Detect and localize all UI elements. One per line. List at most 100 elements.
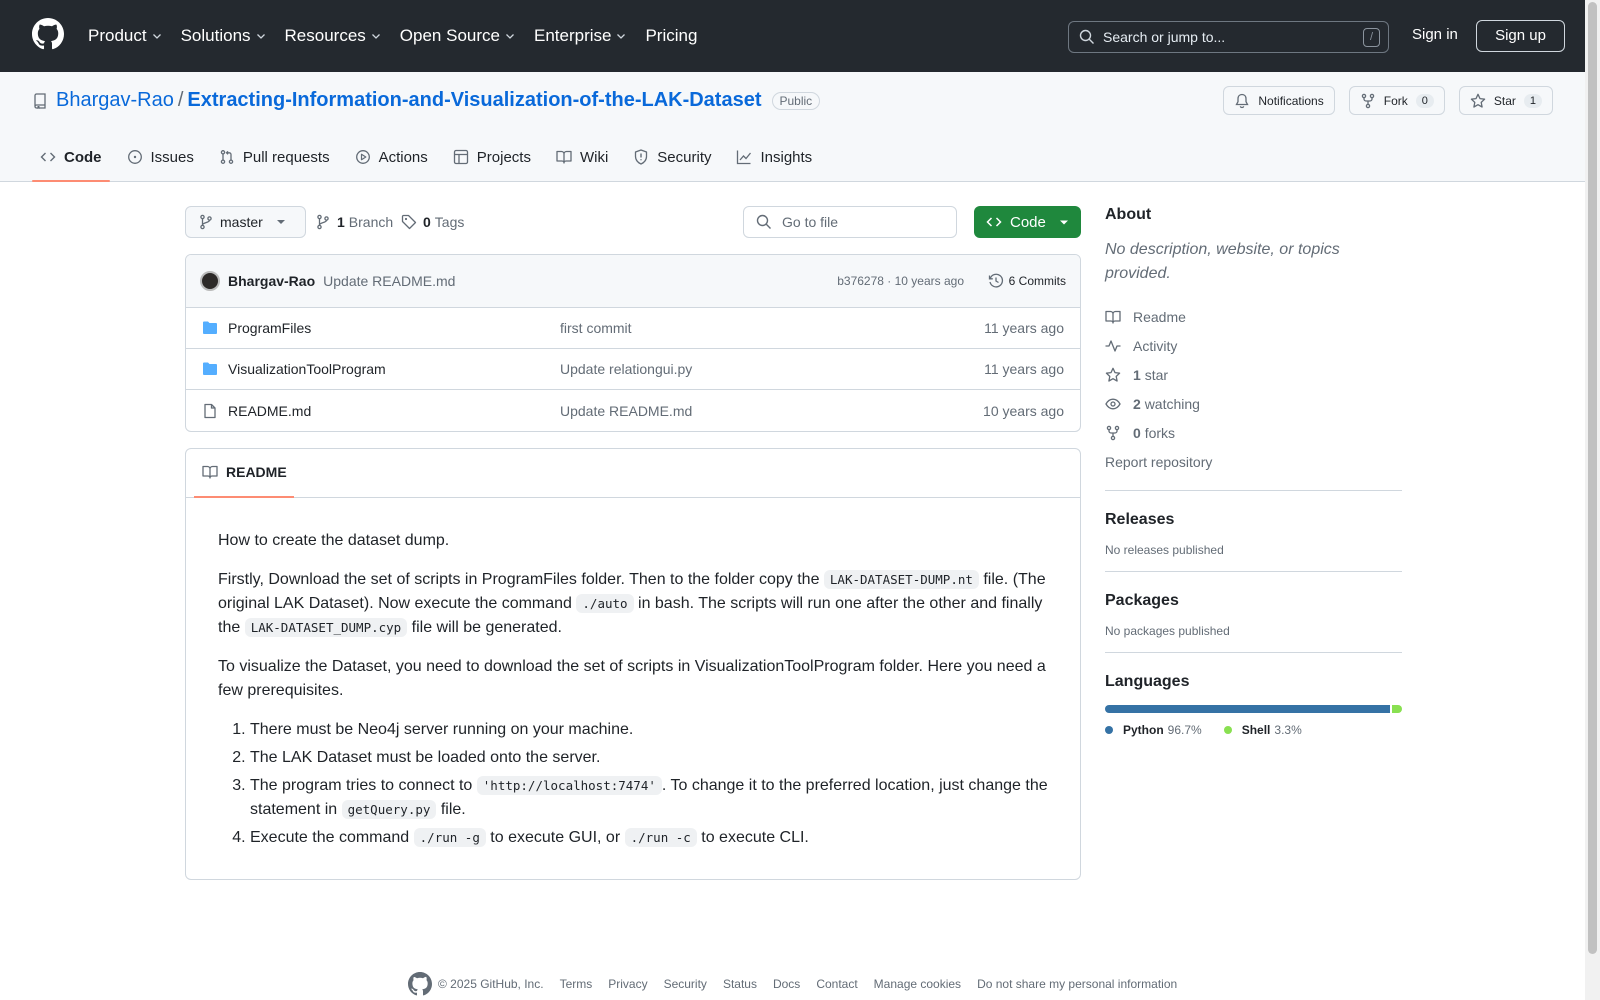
file-name[interactable]: ProgramFiles — [228, 320, 311, 336]
inline-code: getQuery.py — [341, 800, 437, 819]
graph-icon — [737, 150, 752, 165]
readme-tab-label: README — [226, 464, 287, 480]
latest-commit: Bhargav-Rao Update README.md b376278 · 1… — [186, 255, 1080, 308]
divider — [1105, 571, 1402, 572]
commits-link[interactable]: 6 Commits — [988, 273, 1066, 289]
tab-issues-label: Issues — [150, 148, 194, 166]
star-icon — [1470, 93, 1486, 108]
tab-pull-requests[interactable]: Pull requests — [211, 134, 338, 180]
repo-name-link[interactable]: Extracting-Information-and-Visualization… — [187, 89, 761, 112]
readme-link[interactable]: Readme — [1105, 302, 1402, 331]
file-row[interactable]: VisualizationToolProgram Update relation… — [186, 349, 1080, 390]
text-run: file. — [436, 801, 466, 818]
readme-tab[interactable]: README — [202, 464, 287, 480]
tab-insights[interactable]: Insights — [728, 134, 820, 180]
footer-link-manage-cookies[interactable]: Manage cookies — [874, 977, 961, 991]
languages-heading: Languages — [1105, 673, 1190, 690]
sign-in-link[interactable]: Sign in — [1412, 26, 1458, 43]
nav-solutions[interactable]: Solutions — [181, 26, 267, 46]
tab-wiki[interactable]: Wiki — [548, 134, 616, 180]
nav-product[interactable]: Product — [88, 26, 163, 46]
file-row[interactable]: ProgramFiles first commit 11 years ago — [186, 308, 1080, 349]
repo-title: Bhargav-Rao / Extracting-Information-and… — [32, 89, 821, 112]
about-description: No description, website, or topics provi… — [1105, 241, 1340, 282]
footer-link-contact[interactable]: Contact — [816, 977, 857, 991]
nav-enterprise[interactable]: Enterprise — [534, 26, 627, 46]
notifications-button[interactable]: Notifications — [1223, 86, 1335, 115]
nav-resources[interactable]: Resources — [285, 26, 382, 46]
fork-count: 0 — [1415, 93, 1434, 108]
footer-link-docs[interactable]: Docs — [773, 977, 800, 991]
list-item: Execute the command ./run -g to execute … — [250, 826, 1048, 850]
inline-code: ./auto — [576, 594, 634, 613]
file-name[interactable]: README.md — [228, 403, 311, 419]
fork-button[interactable]: Fork 0 — [1348, 86, 1445, 115]
activity-link[interactable]: Activity — [1105, 331, 1402, 360]
fork-icon — [1361, 93, 1374, 108]
tab-projects[interactable]: Projects — [445, 134, 539, 180]
branches-link[interactable]: 1 Branch — [315, 214, 393, 230]
report-repository-link[interactable]: Report repository — [1105, 447, 1402, 476]
nav-open-source[interactable]: Open Source — [400, 26, 516, 46]
file-commit-message[interactable]: Update relationgui.py — [560, 361, 692, 377]
commit-author[interactable]: Bhargav-Rao — [228, 273, 315, 289]
tags-link[interactable]: 0 Tags — [401, 214, 464, 230]
language-item-python[interactable]: Python 96.7% — [1105, 723, 1202, 737]
tab-security[interactable]: Security — [625, 134, 719, 180]
nav-pricing[interactable]: Pricing — [645, 26, 697, 46]
stars-link[interactable]: 1 star — [1105, 360, 1402, 389]
file-icon — [204, 403, 216, 418]
watching-link[interactable]: 2 watching — [1105, 389, 1402, 418]
footer-link-do-not-share[interactable]: Do not share my personal information — [977, 977, 1177, 991]
tab-issues[interactable]: Issues — [119, 134, 202, 180]
eye-icon — [1105, 398, 1121, 409]
tab-code[interactable]: Code — [32, 134, 110, 182]
text-run: Firstly, Download the set of scripts in … — [218, 571, 824, 588]
commit-hash-age[interactable]: b376278 · 10 years ago — [837, 274, 964, 288]
scrollbar-thumb[interactable] — [1588, 2, 1597, 954]
repo-actions: Notifications Fork 0 Star 1 — [1209, 86, 1553, 115]
language-item-shell[interactable]: Shell 3.3% — [1223, 723, 1302, 737]
sign-up-button[interactable]: Sign up — [1476, 20, 1565, 52]
readme-tab-bar: README — [186, 449, 1080, 498]
caret-down-icon — [1060, 220, 1068, 225]
search-input[interactable]: Search or jump to... / — [1068, 21, 1389, 53]
file-name[interactable]: VisualizationToolProgram — [228, 361, 386, 377]
readme-paragraph: To visualize the Dataset, you need to do… — [218, 658, 1046, 699]
commits-count: 6 Commits — [1008, 274, 1066, 288]
footer-link-privacy[interactable]: Privacy — [608, 977, 647, 991]
caret-down-icon — [276, 220, 285, 224]
branch-selector[interactable]: master — [185, 206, 306, 238]
github-logo-icon[interactable] — [32, 18, 64, 50]
star-button[interactable]: Star 1 — [1458, 86, 1553, 115]
tab-projects-label: Projects — [476, 148, 531, 166]
footer-link-status[interactable]: Status — [723, 977, 757, 991]
releases-heading[interactable]: Releases — [1105, 511, 1402, 529]
file-commit-message[interactable]: first commit — [560, 320, 632, 336]
tab-insights-label: Insights — [760, 148, 813, 166]
commit-message[interactable]: Update README.md — [323, 273, 455, 289]
tab-actions[interactable]: Actions — [347, 134, 436, 180]
forks-label: forks — [1144, 424, 1176, 441]
footer-link-terms[interactable]: Terms — [560, 977, 593, 991]
github-logo-icon[interactable] — [408, 972, 432, 996]
chevron-down-icon — [617, 34, 626, 39]
footer-link-security[interactable]: Security — [664, 977, 707, 991]
readme-tab-underline — [194, 496, 294, 498]
language-percent: 3.3% — [1274, 723, 1302, 737]
readme-paragraph: Firstly, Download the set of scripts in … — [218, 568, 1048, 640]
page-scrollbar[interactable] — [1585, 0, 1600, 1000]
tab-wiki-label: Wiki — [579, 148, 609, 166]
book-icon — [556, 150, 572, 164]
packages-heading[interactable]: Packages — [1105, 592, 1402, 610]
repo-owner-link[interactable]: Bhargav-Rao — [56, 89, 174, 112]
go-to-file-input[interactable]: Go to file — [743, 206, 957, 238]
file-commit-message[interactable]: Update README.md — [560, 403, 692, 419]
forks-link[interactable]: 0 forks — [1105, 418, 1402, 447]
file-row[interactable]: README.md Update README.md 10 years ago — [186, 390, 1080, 431]
code-button[interactable]: Code — [974, 206, 1081, 238]
file-age: 11 years ago — [984, 320, 1064, 336]
file-age: 10 years ago — [983, 402, 1064, 419]
avatar[interactable] — [200, 271, 220, 291]
fork-icon — [1106, 425, 1120, 440]
